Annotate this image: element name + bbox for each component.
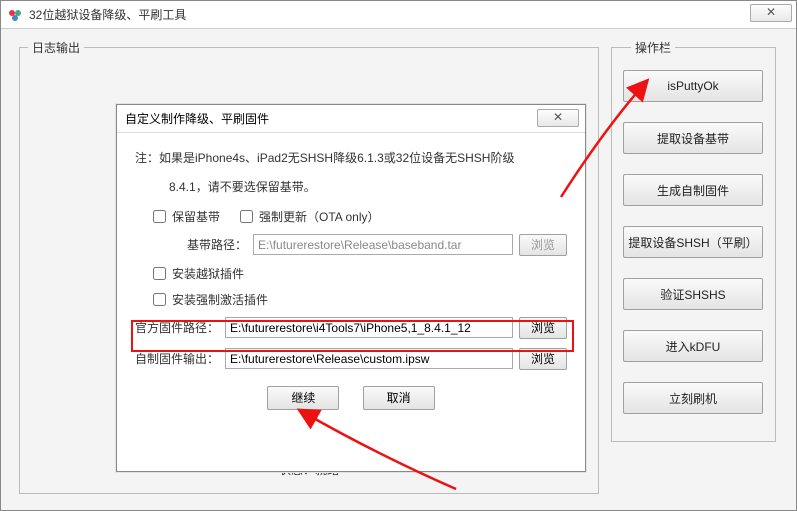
extract-shsh-button[interactable]: 提取设备SHSH（平刷）	[623, 226, 763, 258]
operations-group: 操作栏 isPuttyOk 提取设备基带 生成自制固件 提取设备SHSH（平刷）…	[611, 39, 776, 442]
baseband-browse-button: 浏览	[519, 234, 567, 256]
verify-shsh-button[interactable]: 验证SHSHS	[623, 278, 763, 310]
keep-baseband-label: 保留基带	[172, 208, 220, 225]
cancel-button[interactable]: 取消	[363, 386, 435, 410]
official-fw-input[interactable]	[225, 317, 513, 338]
baseband-path-row: 基带路径： 浏览	[135, 234, 567, 256]
titlebar: 32位越狱设备降级、平刷工具 ✕	[1, 1, 796, 29]
note-line-1: 注：如果是iPhone4s、iPad2无SHSH降级6.1.3或32位设备无SH…	[135, 147, 567, 170]
custom-output-row: 自制固件输出： 浏览	[135, 348, 567, 370]
note-text-1: 如果是iPhone4s、iPad2无SHSH降级6.1.3或32位设备无SHSH…	[159, 151, 514, 165]
extract-baseband-button[interactable]: 提取设备基带	[623, 122, 763, 154]
flash-now-button[interactable]: 立刻刷机	[623, 382, 763, 414]
official-fw-browse-button[interactable]: 浏览	[519, 317, 567, 339]
continue-button[interactable]: 继续	[267, 386, 339, 410]
custom-output-input[interactable]	[225, 348, 513, 369]
operations-legend: 操作栏	[631, 39, 675, 56]
jailbreak-row: 安装越狱插件	[135, 265, 567, 282]
baseband-path-input	[253, 234, 513, 255]
dialog-close-button[interactable]: ✕	[537, 109, 579, 127]
dialog-button-row: 继续 取消	[135, 386, 567, 410]
baseband-options-row: 保留基带 强制更新（OTA only）	[135, 208, 567, 225]
dialog-body: 注：如果是iPhone4s、iPad2无SHSH降级6.1.3或32位设备无SH…	[117, 133, 585, 420]
note-prefix: 注：	[135, 151, 159, 165]
window-close-button[interactable]: ✕	[750, 4, 792, 22]
custom-output-browse-button[interactable]: 浏览	[519, 348, 567, 370]
official-fw-row: 官方固件路径： 浏览	[135, 317, 567, 339]
baseband-path-label: 基带路径：	[187, 236, 247, 253]
install-activation-label: 安装强制激活插件	[172, 291, 268, 308]
is-putty-ok-button[interactable]: isPuttyOk	[623, 70, 763, 102]
install-jailbreak-label: 安装越狱插件	[172, 265, 244, 282]
content-area: 日志输出 状态：就绪 操作栏 isPuttyOk 提取设备基带 生成自制固件 提…	[1, 29, 796, 510]
dialog-titlebar: 自定义制作降级、平刷固件 ✕	[117, 105, 585, 133]
custom-firmware-dialog: 自定义制作降级、平刷固件 ✕ 注：如果是iPhone4s、iPad2无SHSH降…	[116, 104, 586, 472]
official-fw-label: 官方固件路径：	[135, 319, 219, 336]
note-line-2: 8.4.1，请不要选保留基带。	[135, 176, 567, 199]
dialog-title: 自定义制作降级、平刷固件	[125, 110, 269, 127]
activation-row: 安装强制激活插件	[135, 291, 567, 308]
install-activation-checkbox[interactable]	[153, 293, 166, 306]
window-title: 32位越狱设备降级、平刷工具	[29, 6, 186, 23]
install-jailbreak-checkbox[interactable]	[153, 267, 166, 280]
close-icon: ✕	[766, 5, 776, 19]
app-icon	[7, 7, 23, 23]
close-icon: ✕	[553, 110, 563, 124]
force-update-checkbox[interactable]	[240, 210, 253, 223]
main-window: 32位越狱设备降级、平刷工具 ✕ 日志输出 状态：就绪 操作栏 isPuttyO…	[0, 0, 797, 511]
enter-kdfu-button[interactable]: 进入kDFU	[623, 330, 763, 362]
force-update-label: 强制更新（OTA only）	[259, 208, 379, 225]
custom-output-label: 自制固件输出：	[135, 350, 219, 367]
log-output-legend: 日志输出	[28, 39, 84, 56]
keep-baseband-checkbox[interactable]	[153, 210, 166, 223]
make-custom-firmware-button[interactable]: 生成自制固件	[623, 174, 763, 206]
